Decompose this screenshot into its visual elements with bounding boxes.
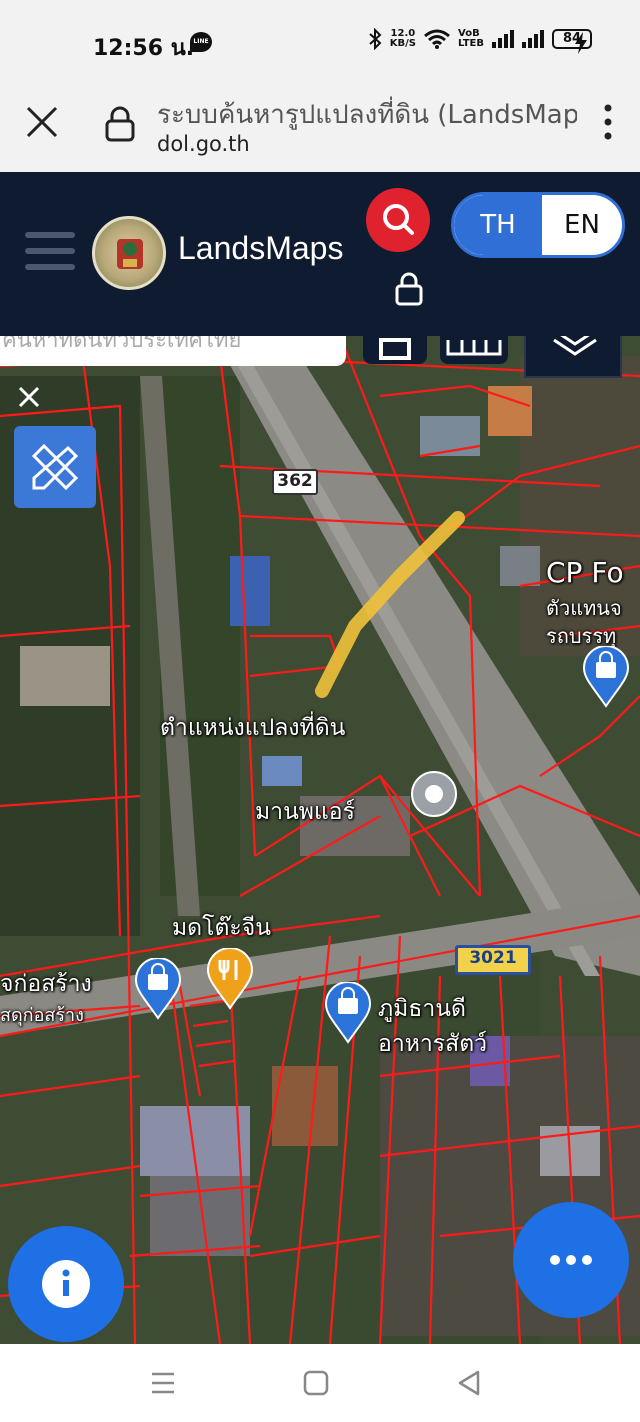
signal-icon-2: [522, 30, 544, 48]
home-icon[interactable]: [301, 1368, 331, 1398]
url-domain[interactable]: dol.go.th: [157, 132, 250, 156]
line-app-icon: LINE: [190, 32, 212, 52]
more-options-button[interactable]: [513, 1202, 629, 1318]
system-navigation-bar: [0, 1344, 640, 1422]
language-toggle[interactable]: TH EN: [451, 192, 625, 258]
volte-indicator: VoB LTEB: [458, 29, 484, 49]
label-parcel-location: ตำแหน่งแปลงที่ดิน: [160, 715, 346, 741]
satellite-basemap: [0, 336, 640, 1344]
label-construction-1: จก่อสร้าง: [0, 971, 92, 997]
recent-apps-icon[interactable]: [148, 1368, 178, 1398]
road-shield-362: 362: [272, 469, 318, 495]
map-search-input[interactable]: ค้นหาที่ดินทั่วประเทศไทย: [0, 336, 346, 366]
app-header: LandsMaps TH EN: [0, 172, 640, 336]
restaurant-pin-icon[interactable]: [206, 948, 254, 1010]
label-feed-2: อาหารสัตว์: [378, 1031, 488, 1057]
signal-icon-1: [492, 30, 514, 48]
network-speed: 12.0 KB/S: [390, 29, 416, 49]
shopping-pin-icon[interactable]: [324, 982, 372, 1044]
back-icon[interactable]: [454, 1368, 484, 1398]
measure-tool-button[interactable]: [14, 426, 96, 508]
shopping-pin-icon[interactable]: [134, 958, 182, 1020]
close-icon[interactable]: [24, 104, 60, 140]
lang-th-option[interactable]: TH: [454, 195, 542, 255]
label-feed-1: ภูมิธานดี: [378, 996, 466, 1022]
more-horiz-icon: [550, 1255, 592, 1265]
page-title[interactable]: ระบบค้นหารูปแปลงที่ดิน (LandsMaps): [157, 94, 577, 135]
volte-bottom: LTEB: [458, 38, 484, 49]
layers-icon: [553, 336, 597, 356]
lang-en-option[interactable]: EN: [542, 195, 622, 255]
map-tool-button-2[interactable]: [440, 336, 508, 364]
department-seal-logo: [92, 216, 166, 290]
info-icon: [42, 1260, 90, 1308]
grid-icon: [446, 340, 502, 356]
shopping-pin-icon[interactable]: [582, 646, 630, 708]
status-icons: 12.0 KB/S VoB LTEB 84: [368, 28, 592, 50]
charging-icon: [575, 32, 587, 54]
road-shield-3021: 3021: [455, 945, 531, 975]
label-construction-2: สดุก่อสร้าง: [0, 1005, 84, 1026]
search-button[interactable]: [366, 188, 430, 252]
search-icon: [383, 204, 414, 235]
place-pin-icon[interactable]: [410, 770, 458, 818]
building-icon: [379, 338, 411, 360]
clock: 12:56 น.: [93, 36, 195, 61]
layers-button[interactable]: [524, 336, 622, 378]
hamburger-menu-icon[interactable]: [25, 232, 75, 272]
label-cp-1: CP Fo: [546, 556, 624, 589]
info-button[interactable]: [8, 1226, 124, 1342]
close-icon[interactable]: [12, 380, 46, 414]
more-vert-icon[interactable]: [600, 102, 616, 142]
map-tool-button-1[interactable]: [363, 336, 427, 364]
label-manop-air: มานพแอร์: [255, 799, 355, 825]
bluetooth-icon: [369, 28, 382, 50]
label-table-shop: มดโต๊ะจีน: [172, 915, 271, 941]
lock-icon[interactable]: [104, 106, 136, 142]
status-bar: 12:56 น. LINE 12.0 KB/S VoB LTEB 84: [0, 0, 640, 84]
brand-name: LandsMaps: [178, 230, 344, 266]
map-canvas[interactable]: ค้นหาที่ดินทั่วประเทศไทย 362 3021 ตำแหน่…: [0, 336, 640, 1344]
wifi-icon: [424, 29, 450, 49]
lock-icon[interactable]: [394, 272, 424, 306]
network-speed-unit: KB/S: [389, 38, 416, 49]
browser-toolbar: ระบบค้นหารูปแปลงที่ดิน (LandsMaps) dol.g…: [0, 84, 640, 172]
ruler-pencil-icon: [31, 443, 79, 491]
